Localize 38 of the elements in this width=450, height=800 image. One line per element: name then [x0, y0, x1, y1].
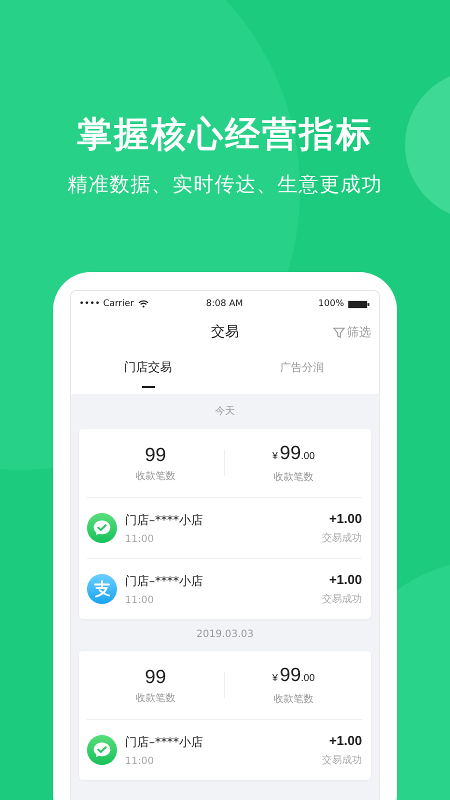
- count-label: 收款笔数: [136, 470, 176, 482]
- status-time: 8:08 AM: [206, 299, 243, 309]
- transaction-amount: +1.00: [328, 572, 362, 587]
- amount-value: ¥99.00: [272, 664, 315, 688]
- count-value: 99: [144, 444, 166, 466]
- store-name: 门店–****小店: [125, 734, 204, 750]
- amount-label: 收款笔数: [274, 693, 314, 706]
- tab[interactable]: 门店交易: [71, 352, 225, 394]
- count-value: 99: [144, 666, 166, 688]
- chat-bubble-icon: [87, 735, 117, 765]
- transaction-row[interactable]: 门店–****小店 11:00 +1.00 交易成功: [87, 559, 362, 619]
- transaction-status: 交易成功: [322, 532, 362, 545]
- count-label: 收款笔数: [136, 692, 176, 704]
- wifi-icon: [138, 300, 149, 308]
- transaction-row[interactable]: 门店–****小店 11:00 +1.00 交易成功: [87, 720, 362, 780]
- transaction-time: 11:00: [125, 594, 155, 606]
- date-label: 2019.03.03: [195, 628, 255, 642]
- transaction-status: 交易成功: [322, 754, 362, 767]
- date-label: 今天: [214, 405, 236, 419]
- screen-title: 交易: [211, 323, 239, 341]
- battery-percent: 100%: [318, 299, 344, 309]
- transaction-amount: +1.00: [328, 511, 362, 526]
- transaction-time: 11:00: [125, 534, 155, 544]
- transaction-amount: +1.00: [328, 733, 362, 748]
- store-name: 门店–****小店: [125, 512, 204, 528]
- subtitle: 精准数据、实时传达、生意更成功: [68, 171, 382, 198]
- carrier-name: •••• Carrier: [79, 299, 134, 309]
- transaction-row[interactable]: 门店–****小店 11:00 +1.00 交易成功: [87, 498, 362, 559]
- transaction-time: 11:00: [125, 756, 155, 766]
- store-name: 门店–****小店: [125, 572, 204, 590]
- amount-value: ¥99.00: [272, 442, 315, 466]
- headline: 掌握核心经营指标: [77, 114, 373, 157]
- transaction-status: 交易成功: [322, 592, 362, 606]
- battery-icon: [348, 300, 370, 308]
- payment-icon: [87, 574, 117, 604]
- amount-label: 收款笔数: [274, 471, 314, 484]
- chat-bubble-icon: [87, 513, 117, 543]
- filter-icon: [333, 326, 345, 338]
